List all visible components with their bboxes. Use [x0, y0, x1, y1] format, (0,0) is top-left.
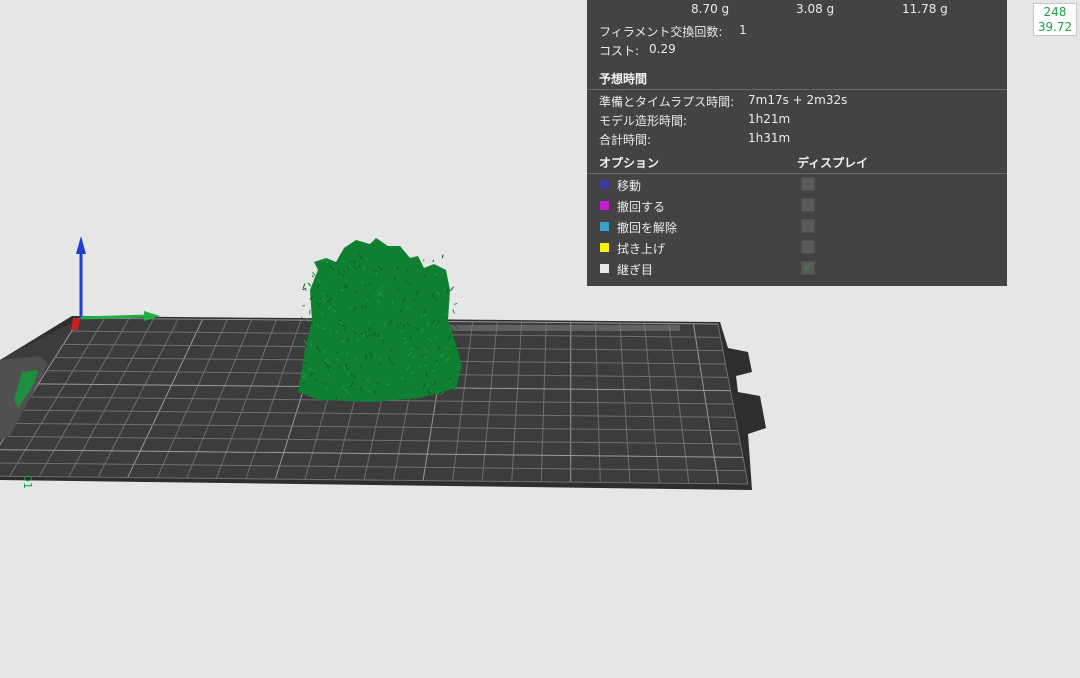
option-label-wipe: 拭き上げ	[617, 242, 666, 256]
total-time-value: 1h31m	[748, 131, 791, 145]
printed-model	[298, 238, 462, 402]
unretract-color-swatch	[600, 222, 609, 231]
model-strand	[454, 345, 458, 348]
model-strand	[307, 282, 312, 287]
model-strand	[453, 302, 458, 306]
model-strand	[344, 327, 346, 332]
x-axis	[80, 314, 149, 320]
weight-value-2: 3.08 g	[796, 2, 835, 16]
total-time-label: 合計時間:	[599, 133, 652, 147]
divider	[587, 173, 1007, 174]
option-label-seam: 継ぎ目	[617, 263, 654, 277]
cost-label: コスト:	[599, 44, 640, 58]
model-strand	[311, 275, 314, 278]
model-strand	[348, 383, 351, 386]
model-strand	[390, 347, 392, 353]
option-label-travel: 移動	[617, 179, 642, 193]
weight-value-1: 8.70 g	[691, 2, 730, 16]
prep-time-label: 準備とタイムラプス時間:	[599, 95, 735, 109]
estimated-time-heading: 予想時間	[599, 72, 648, 86]
retract-display-checkbox[interactable]	[801, 198, 815, 212]
model-strand	[407, 378, 409, 380]
seam-display-checkbox[interactable]: ✓	[801, 260, 815, 275]
travel-color-swatch	[600, 180, 609, 189]
model-strand	[335, 351, 339, 354]
plate-number: 01	[21, 475, 34, 489]
model-strand	[329, 329, 332, 333]
prep-time-value: 7m17s + 2m32s	[748, 93, 848, 107]
weight-value-total: 11.78 g	[902, 2, 948, 16]
model-strand	[302, 287, 307, 291]
gcode-statistics-panel: 8.70 g 3.08 g 11.78 g フィラメント交換回数: 1 コスト:…	[587, 0, 1007, 286]
model-time-label: モデル造形時間:	[599, 114, 688, 128]
retract-color-swatch	[600, 201, 609, 210]
display-heading: ディスプレイ	[797, 156, 869, 170]
checkmark-icon: ✓	[803, 260, 814, 274]
unretract-display-checkbox[interactable]	[801, 219, 815, 233]
model-strand	[305, 289, 307, 292]
plate-logo-strip	[450, 325, 680, 331]
model-time-value: 1h21m	[748, 112, 791, 126]
option-label-unretract: 撤回を解除	[617, 221, 678, 235]
model-strand	[399, 322, 402, 325]
seam-color-swatch	[600, 264, 609, 273]
option-label-retract: 撤回する	[617, 200, 666, 214]
model-strand	[364, 356, 367, 360]
model-strand	[328, 306, 330, 311]
model-strand	[322, 292, 324, 295]
model-strand	[302, 283, 306, 289]
z-axis-arrowhead	[76, 236, 86, 254]
options-heading: オプション	[599, 156, 660, 170]
wipe-color-swatch	[600, 243, 609, 252]
model-strand	[317, 324, 319, 328]
model-strand	[434, 362, 436, 364]
wipe-display-checkbox[interactable]	[801, 240, 815, 254]
model-strand	[394, 304, 397, 306]
fps-counter: 248 39.72	[1033, 3, 1077, 36]
travel-display-checkbox[interactable]	[801, 177, 815, 191]
model-strand	[353, 376, 356, 379]
model-strand	[441, 254, 444, 259]
fps-frames: 248	[1043, 5, 1067, 19]
model-strand	[300, 316, 303, 319]
model-strand	[311, 271, 317, 277]
divider	[587, 89, 1007, 90]
model-strand	[424, 313, 426, 317]
model-strand	[340, 305, 342, 308]
model-strand	[452, 309, 455, 314]
model-strand	[327, 369, 330, 371]
model-strand	[434, 393, 438, 395]
fps-ms: 39.72	[1037, 20, 1073, 34]
filament-changes-value: 1	[739, 23, 747, 37]
model-strand	[449, 286, 455, 292]
filament-changes-label: フィラメント交換回数:	[599, 25, 723, 39]
model-strand	[364, 305, 368, 308]
cost-value: 0.29	[649, 42, 676, 56]
